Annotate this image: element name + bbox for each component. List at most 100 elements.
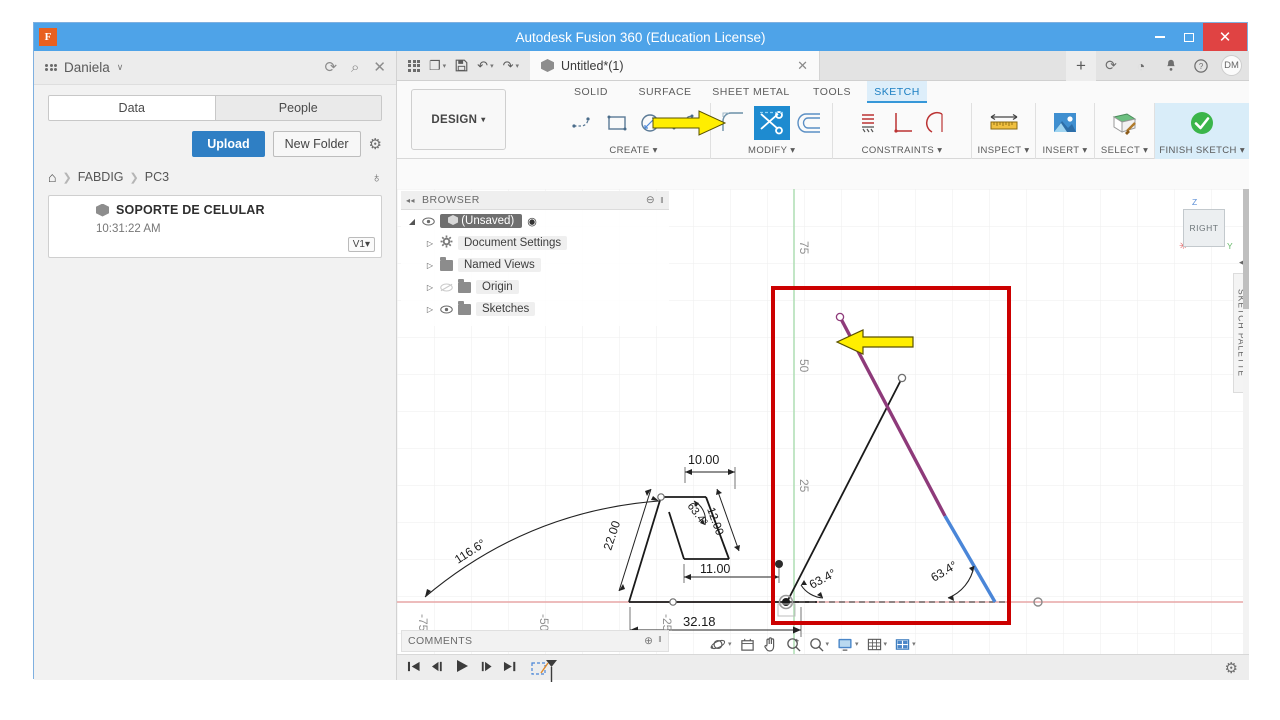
collapse-icon[interactable]: ◂◂ — [406, 196, 415, 205]
job-status-icon[interactable]: ⟳ — [1096, 51, 1126, 81]
insert-image-icon[interactable] — [1047, 106, 1083, 140]
finish-sketch-icon[interactable] — [1184, 106, 1220, 140]
rectangle-icon[interactable] — [602, 108, 632, 138]
offset-icon[interactable] — [793, 106, 829, 140]
display-settings-icon[interactable]: ▾ — [834, 635, 862, 654]
save-glyph — [455, 59, 468, 72]
notifications-icon[interactable] — [1156, 51, 1186, 81]
timeline-step-back[interactable] — [431, 660, 445, 676]
version-selector[interactable]: V1▾ — [347, 237, 375, 252]
zoom-window-icon[interactable]: ▾ — [806, 635, 833, 654]
fix-constraint-icon[interactable] — [854, 108, 884, 138]
measure-icon[interactable] — [986, 106, 1022, 140]
maximize-button[interactable] — [1174, 23, 1203, 51]
visibility-eye-icon[interactable] — [440, 304, 453, 314]
comments-panel[interactable]: COMMENTS ⊕ ‖ — [401, 630, 669, 652]
ribbon: DESIGN ▾ SOLID SURFACE SHEET METAL TOOLS… — [397, 81, 1249, 159]
group-label-inspect: INSPECT ▾ — [977, 145, 1029, 159]
visibility-eye-off-icon[interactable] — [440, 282, 453, 292]
upload-button[interactable]: Upload — [192, 131, 265, 157]
timeline-settings-icon[interactable]: ⚙ — [1225, 659, 1238, 677]
app-grid-icon[interactable] — [405, 58, 423, 74]
activate-component-radio[interactable]: ◉ — [527, 215, 537, 228]
twisty-icon[interactable]: ▷ — [425, 283, 435, 292]
browser-node-named-views[interactable]: ▷ Named Views — [401, 254, 669, 276]
search-icon[interactable]: ⌕ — [351, 60, 359, 75]
breadcrumb-item-pc3[interactable]: PC3 — [145, 170, 169, 184]
perpendicular-constraint-icon[interactable] — [887, 108, 917, 138]
document-tab[interactable]: Untitled*(1) ✕ — [530, 51, 821, 80]
timeline-sketch-feature[interactable] — [531, 659, 557, 682]
zoom-icon[interactable] — [783, 635, 804, 654]
new-document-icon[interactable]: ❐ ▾ — [426, 56, 449, 76]
breadcrumb-separator: ❯ — [62, 171, 72, 184]
look-at-icon[interactable] — [737, 635, 758, 654]
close-icon[interactable]: ✕ — [797, 58, 808, 74]
visibility-eye-icon[interactable] — [422, 216, 435, 226]
help-icon[interactable]: ? — [1186, 51, 1216, 81]
redo-glyph: ↷ — [502, 57, 514, 73]
add-comment-icon[interactable]: ⊕ — [644, 635, 653, 647]
home-icon[interactable]: ⌂ — [48, 169, 56, 185]
close-window-button[interactable]: ✕ — [1203, 23, 1247, 51]
timeline-go-to-beginning[interactable] — [407, 660, 421, 676]
create-label-text: CREATE — [609, 145, 650, 156]
file-card[interactable]: SOPORTE DE CELULAR 10:31:22 AM V1▾ — [48, 195, 382, 258]
select-icon[interactable] — [1107, 106, 1143, 140]
twisty-icon[interactable]: ▷ — [425, 305, 435, 314]
timeline-go-to-end[interactable] — [503, 660, 517, 676]
timeline-play[interactable] — [455, 659, 469, 676]
viewcube-face[interactable]: RIGHT — [1183, 209, 1225, 247]
refresh-icon[interactable]: ⟳ — [324, 60, 337, 75]
tab-solid[interactable]: SOLID — [557, 81, 625, 98]
window-controls: ✕ — [1145, 23, 1247, 51]
avatar[interactable]: DM — [1221, 55, 1242, 76]
gear-icon[interactable]: ⚙ — [369, 135, 382, 153]
add-tab-icon[interactable]: + — [1066, 50, 1096, 81]
orbit-icon[interactable]: ▾ — [707, 635, 735, 654]
browser-root-text: (Unsaved) — [461, 215, 515, 227]
viewports-icon[interactable]: ▾ — [892, 635, 919, 654]
line-icon[interactable] — [569, 108, 599, 138]
tab-sheet-metal[interactable]: SHEET METAL — [705, 81, 797, 98]
save-icon[interactable] — [452, 57, 471, 74]
globe-icon[interactable]: ♁ — [372, 169, 383, 185]
ribbon-group-constraints: CONSTRAINTS ▾ — [833, 103, 972, 159]
browser-node-sketches[interactable]: ▷ Sketches — [401, 298, 669, 320]
twisty-icon[interactable]: ▷ — [425, 261, 435, 270]
minimize-button[interactable] — [1145, 23, 1174, 51]
document-cube-icon — [96, 203, 109, 217]
expand-icon[interactable]: ◢ — [407, 217, 417, 226]
canvas-scrollbar[interactable] — [1243, 189, 1249, 680]
data-panel-tabs: Data People — [48, 95, 382, 121]
browser-dot-icon[interactable]: ⊖ — [646, 194, 655, 206]
tangent-constraint-icon[interactable] — [920, 108, 950, 138]
workspace-switcher[interactable]: DESIGN ▾ — [411, 89, 506, 150]
sketch-canvas[interactable]: 116.6° 22.00 10.00 63.4° 12.00 11.00 32.… — [397, 189, 1249, 680]
timeline-step-forward[interactable] — [479, 660, 493, 676]
tab-surface[interactable]: SURFACE — [625, 81, 705, 98]
recent-activity-icon[interactable]: ◔ — [1126, 51, 1156, 81]
close-panel-icon[interactable]: ✕ — [373, 60, 386, 75]
browser-grip-icon[interactable]: ‖ — [660, 196, 664, 205]
grid-snaps-icon[interactable]: ▾ — [864, 635, 891, 654]
redo-icon[interactable]: ↷ ▾ — [500, 56, 522, 76]
browser-node-root[interactable]: ◢ (Unsaved) ◉ — [401, 210, 669, 232]
folder-icon — [440, 256, 453, 271]
browser-label-origin: Origin — [476, 280, 519, 294]
pan-icon[interactable] — [760, 634, 781, 654]
breadcrumb-item-fabdig[interactable]: FABDIG — [78, 170, 124, 184]
tab-tools[interactable]: TOOLS — [797, 81, 867, 98]
tab-sketch[interactable]: SKETCH — [867, 81, 927, 103]
browser-node-document-settings[interactable]: ▷ Document Settings — [401, 232, 669, 254]
tab-people[interactable]: People — [214, 96, 381, 120]
tab-data[interactable]: Data — [49, 96, 215, 120]
undo-icon[interactable]: ↶ ▾ — [474, 56, 496, 76]
twisty-icon[interactable]: ▷ — [425, 239, 435, 248]
browser-node-origin[interactable]: ▷ Origin — [401, 276, 669, 298]
viewcube[interactable]: Z Y ✳ RIGHT — [1167, 197, 1241, 263]
team-selector[interactable]: Daniela ∨ — [45, 60, 123, 75]
trim-icon[interactable] — [753, 106, 790, 140]
comments-grip-icon[interactable]: ‖ — [658, 635, 662, 647]
new-folder-button[interactable]: New Folder — [272, 131, 361, 157]
